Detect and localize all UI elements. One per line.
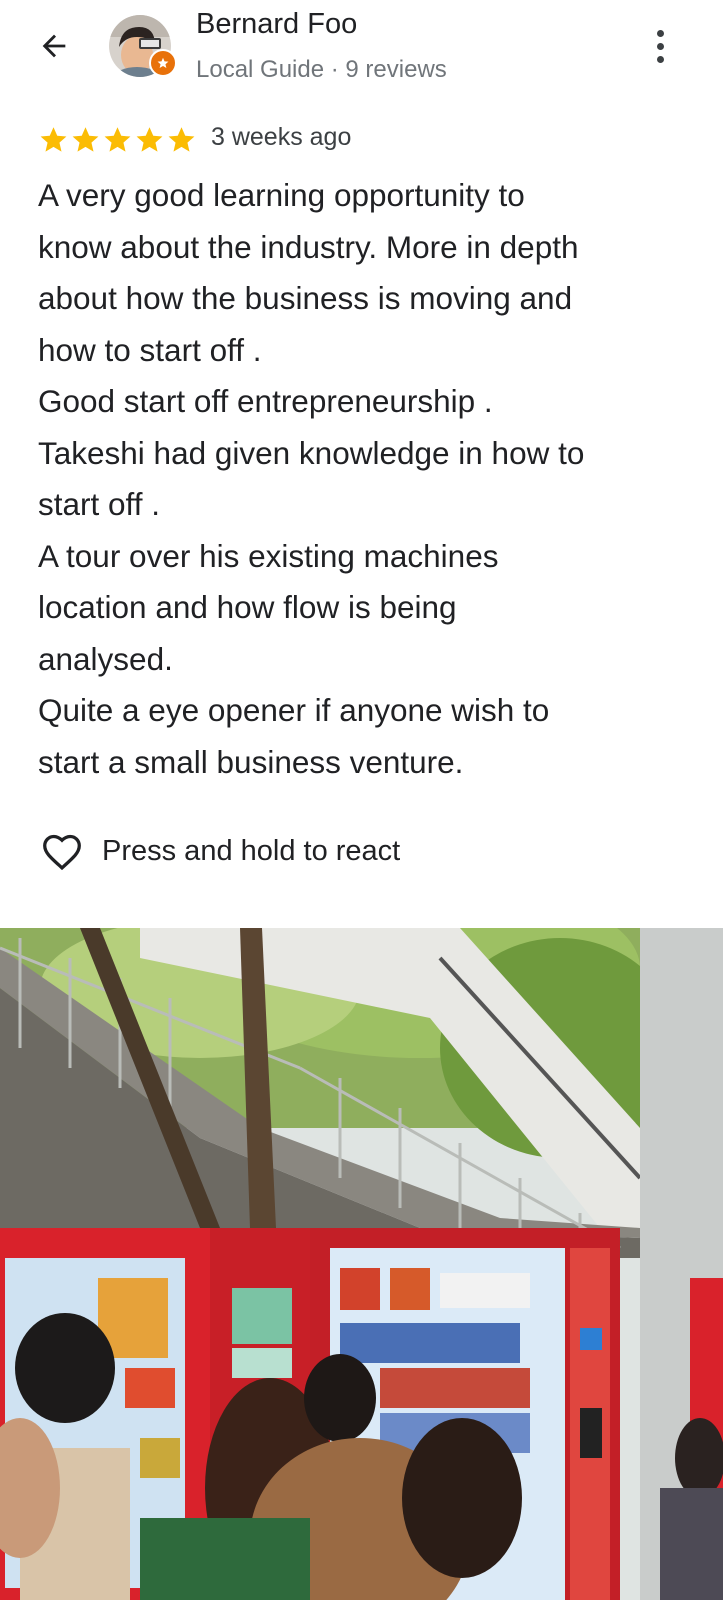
reviewer-name[interactable]: Bernard Foo [196,8,357,41]
review-photo[interactable] [0,928,723,1600]
review-line: Takeshi had given knowledge in how to [38,434,585,471]
react-button[interactable]: Press and hold to react [40,828,400,874]
heart-outline-icon [43,834,81,871]
review-time: 3 weeks ago [211,123,352,151]
star-icon [136,127,163,152]
review-line: how to start off . [38,331,262,368]
review-line: start a small business venture. [38,743,464,780]
reviewer-avatar-container[interactable] [109,15,177,77]
star-icon [40,127,67,152]
reviewer-meta[interactable]: Local Guide · 9 reviews [196,56,447,84]
more-vert-icon [656,29,664,37]
local-guide-star-icon [149,49,177,77]
more-options-button[interactable] [645,24,675,68]
arrow-back-icon [42,34,66,58]
review-line: A very good learning opportunity to [38,177,525,213]
react-label: Press and hold to react [102,834,401,867]
star-icon [104,127,131,152]
back-button[interactable] [32,24,76,68]
review-line: A tour over his existing machines [38,537,499,574]
star-icon [168,127,195,152]
review-line: know about the industry. More in depth [38,228,579,265]
review-line: about how the business is moving and [38,280,573,316]
review-line: Quite a eye opener if anyone wish to [38,692,550,728]
review-line: Good start off entrepreneurship . [38,383,493,419]
star-rating [38,124,197,155]
review-detail-page: Bernard Foo Local Guide · 9 reviews 3 we… [0,0,723,1600]
review-line: analysed. [38,640,173,677]
review-line: location and how flow is being [38,589,457,625]
review-line: start off . [38,486,160,522]
star-icon [72,127,99,152]
review-text: A very good learning opportunity to know… [38,170,698,788]
